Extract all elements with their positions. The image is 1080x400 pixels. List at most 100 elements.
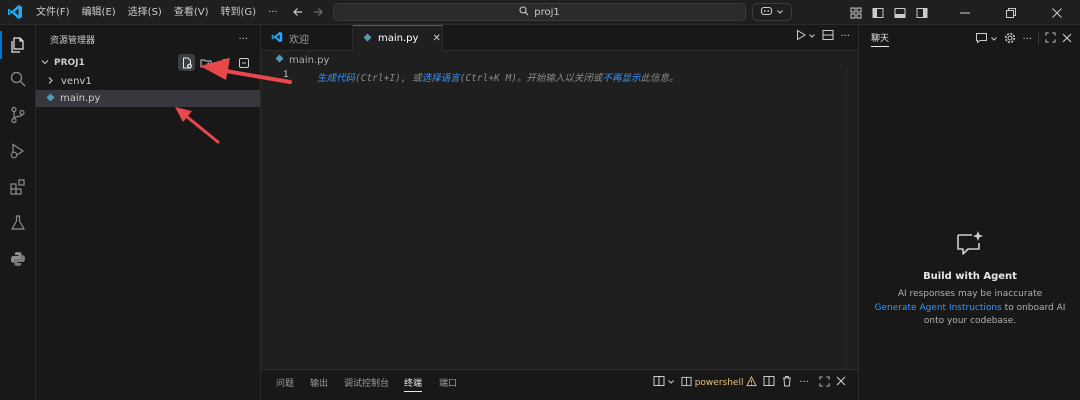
new-folder-button[interactable] <box>197 54 214 71</box>
chat-panel: 聊天 ··· Build with Agent AI responses may… <box>858 25 1080 400</box>
refresh-explorer-button[interactable] <box>216 54 233 71</box>
hint-text: (Ctrl+I), 或 <box>355 73 422 84</box>
tab-label: main.py <box>378 33 419 44</box>
toggle-primary-sidebar-icon[interactable] <box>868 0 888 25</box>
explorer-header: 资源管理器 ··· <box>36 25 260 53</box>
chevron-down-icon <box>40 57 50 70</box>
chevron-right-icon <box>46 76 55 88</box>
close-window-icon[interactable] <box>1034 0 1080 25</box>
run-python-file-icon[interactable] <box>795 29 807 44</box>
collapse-folders-button[interactable] <box>235 54 252 71</box>
tab-welcome[interactable]: 欢迎 <box>261 25 353 51</box>
copilot-menu-button[interactable] <box>752 3 792 21</box>
search-view-icon[interactable] <box>0 61 36 97</box>
explorer-files-icon[interactable] <box>0 27 36 63</box>
run-debug-icon[interactable] <box>0 133 36 169</box>
panel-actions: powershell ··· <box>653 375 846 390</box>
breadcrumb-file[interactable]: main.py <box>289 55 329 66</box>
new-terminal-icon[interactable] <box>653 375 665 390</box>
editor-scrollbar[interactable] <box>846 69 858 369</box>
split-terminal-icon[interactable] <box>763 375 775 390</box>
tree-file-main-py[interactable]: main.py <box>36 90 260 107</box>
split-editor-icon[interactable] <box>822 29 834 44</box>
new-folder-icon <box>200 59 211 67</box>
gear-icon[interactable] <box>1004 32 1016 47</box>
chevron-down-icon[interactable] <box>990 33 998 46</box>
chat-title[interactable]: 聊天 <box>871 31 890 47</box>
chat-line-2-suffix: to onboard AI <box>1001 302 1066 313</box>
panel-tab-debug-console[interactable]: 调试控制台 <box>344 376 389 389</box>
minimize-icon[interactable] <box>942 0 988 25</box>
project-name: PROJ1 <box>54 58 85 68</box>
panel-tab-problems[interactable]: 问题 <box>276 376 294 389</box>
explorer-actions <box>178 54 252 71</box>
extensions-icon[interactable] <box>0 169 36 205</box>
line-number: 1 <box>283 70 289 80</box>
tab-main-py[interactable]: main.py ✕ <box>353 25 443 51</box>
chevron-down-icon[interactable] <box>667 376 675 389</box>
testing-flask-icon[interactable] <box>0 205 36 241</box>
customize-layout-icon[interactable] <box>846 0 866 25</box>
vscode-logo-icon <box>0 0 30 25</box>
python-icon[interactable] <box>0 241 36 277</box>
code-editor[interactable]: 1 生成代码(Ctrl+I), 或选择语言(Ctrl+K M)。开始输入以关闭或… <box>261 69 858 369</box>
source-control-icon[interactable] <box>0 97 36 133</box>
restore-icon[interactable] <box>988 0 1034 25</box>
toggle-secondary-sidebar-icon[interactable] <box>912 0 932 25</box>
more-actions-icon[interactable]: ··· <box>1022 34 1032 45</box>
menu-more[interactable]: ··· <box>262 0 284 25</box>
more-actions-icon[interactable]: ··· <box>799 377 809 388</box>
chat-line-2: Generate Agent Instructions to onboard A… <box>859 302 1080 316</box>
python-file-icon <box>363 33 372 45</box>
back-arrow-icon[interactable] <box>290 4 306 20</box>
maximize-panel-icon[interactable] <box>819 375 830 390</box>
menu-bar: 文件(F) 编辑(E) 选择(S) 查看(V) 转到(G) ··· <box>30 0 284 25</box>
dont-show-again-link[interactable]: 不再显示 <box>602 73 640 84</box>
forward-arrow-icon[interactable] <box>310 4 326 20</box>
maximize-icon[interactable] <box>1045 32 1056 46</box>
panel-tab-terminal[interactable]: 终端 <box>404 376 423 392</box>
search-icon <box>519 5 529 19</box>
generate-agent-instructions-link[interactable]: Generate Agent Instructions <box>875 303 1002 313</box>
terminal-instance[interactable]: powershell <box>681 375 758 390</box>
tab-label: 欢迎 <box>289 34 309 46</box>
project-folder-row[interactable]: PROJ1 <box>36 53 260 73</box>
tree-folder-venv1[interactable]: venv1 <box>36 73 260 90</box>
python-file-icon <box>46 93 55 105</box>
menu-selection[interactable]: 选择(S) <box>122 0 168 25</box>
chevron-down-icon[interactable] <box>808 30 816 43</box>
panel-tab-ports[interactable]: 端口 <box>439 376 457 389</box>
editor-empty-hint: 生成代码(Ctrl+I), 或选择语言(Ctrl+K M)。开始输入以关闭或不再… <box>317 70 678 84</box>
python-file-icon <box>275 54 284 66</box>
menu-file[interactable]: 文件(F) <box>30 0 76 25</box>
title-bar-controls <box>846 0 1080 25</box>
explorer-title: 资源管理器 <box>50 35 96 46</box>
terminal-name: powershell <box>694 377 744 388</box>
select-language-link[interactable]: 选择语言 <box>422 73 460 84</box>
breadcrumb: main.py <box>261 51 858 69</box>
menu-edit[interactable]: 编辑(E) <box>76 0 122 25</box>
close-icon[interactable] <box>1062 33 1072 46</box>
hint-text: (Ctrl+K M)。开始输入以关闭或 <box>459 73 603 84</box>
tab-close-button[interactable]: ✕ <box>432 33 440 44</box>
editor-tab-bar: 欢迎 main.py ✕ ··· <box>261 25 858 51</box>
explorer-more-button[interactable]: ··· <box>238 34 248 45</box>
new-file-button[interactable] <box>178 54 195 71</box>
panel-tab-output[interactable]: 输出 <box>310 376 328 389</box>
chat-bubble-icon[interactable] <box>975 32 988 47</box>
new-file-icon <box>182 57 192 68</box>
more-actions-icon[interactable]: ··· <box>840 31 850 42</box>
command-center-search[interactable]: proj1 <box>333 3 746 21</box>
chat-sparkle-icon <box>859 230 1080 261</box>
toggle-panel-icon[interactable] <box>890 0 910 25</box>
tree-item-label: venv1 <box>61 76 92 87</box>
refresh-icon <box>220 57 229 67</box>
menu-view[interactable]: 查看(V) <box>168 0 215 25</box>
chat-header: 聊天 ··· <box>859 25 1080 53</box>
chat-line-3: onto your codebase. <box>923 316 1017 326</box>
menu-go[interactable]: 转到(G) <box>215 0 263 25</box>
trash-icon[interactable] <box>781 375 793 390</box>
title-bar: 文件(F) 编辑(E) 选择(S) 查看(V) 转到(G) ··· proj1 <box>0 0 1080 25</box>
generate-code-link[interactable]: 生成代码 <box>317 73 355 84</box>
close-panel-icon[interactable] <box>836 376 846 389</box>
